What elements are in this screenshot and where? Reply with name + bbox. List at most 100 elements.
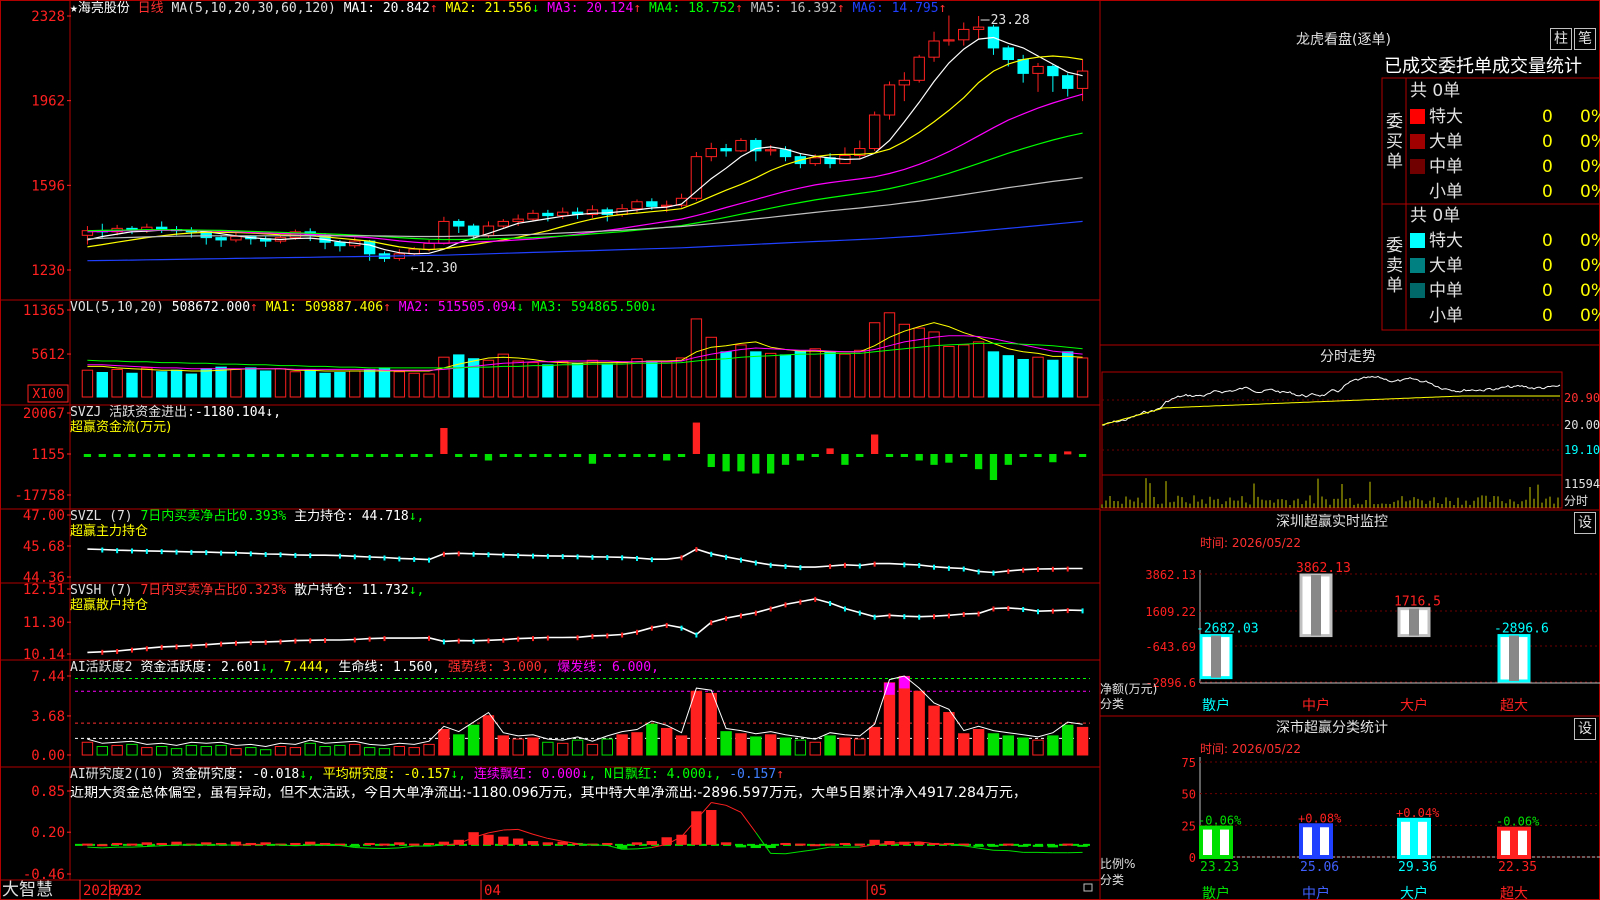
sz-class-y-tick: 50 [1182, 788, 1196, 802]
candle-body [497, 220, 510, 227]
sz-class-settings-button[interactable]: 设 [1574, 718, 1596, 740]
fund-flow-bar [663, 453, 671, 461]
research-bar [1017, 844, 1029, 847]
research-bar [379, 843, 390, 846]
fund-flow-bar [707, 453, 715, 468]
sz-class-bar-core [1510, 828, 1518, 857]
sz-monitor-category: 中户 [1302, 697, 1330, 714]
fund-flow-bar [469, 453, 478, 457]
volume-bar [586, 359, 599, 398]
buy-row-label: 小单 [1429, 182, 1463, 202]
color-swatch [1410, 283, 1425, 298]
fund-flow-bar [737, 453, 745, 472]
fund-flow-bar [128, 453, 136, 457]
lhb-tabs[interactable]: 已成交委托单成交量统计 [1384, 56, 1600, 78]
fund-flow-bar [870, 434, 879, 454]
research-avg-line [102, 846, 118, 849]
ai-cont-label: 连续飘红: [473, 767, 534, 782]
sz-class-category: 超大 [1500, 886, 1528, 900]
volume-bar [779, 354, 792, 398]
vol-ma-legend-arrow: ↓ [516, 300, 524, 315]
fund-flow-bar [395, 453, 403, 457]
research-avg-line [785, 851, 801, 855]
volume-bar [987, 351, 1000, 398]
fund-flow-bar [559, 453, 567, 457]
sz-class-bar-core [1410, 819, 1418, 857]
candle-body [913, 56, 925, 81]
research-bar [631, 842, 643, 845]
research-avg-line [636, 846, 652, 850]
volume-bar [616, 362, 628, 398]
sz-class-category: 散户 [1202, 885, 1230, 900]
volume-bar [349, 370, 361, 398]
svzj-y-tick-label: 20067 [23, 406, 65, 422]
research-avg-line [800, 849, 816, 853]
bar-mode-button[interactable]: 柱 [1550, 28, 1572, 50]
fund-flow-bar [336, 453, 344, 457]
vol-y-tick-label: 5612 [31, 347, 65, 363]
sz-monitor-time: 时间: 2026/05/22 [1200, 536, 1302, 550]
sz-monitor-value: -2682.03 [1196, 622, 1259, 637]
tick-mode-button[interactable]: 笔 [1574, 28, 1596, 50]
research-bar [810, 844, 821, 847]
intraday-title: 分时走势 [1320, 349, 1376, 365]
svsh-y-tick-label: 10.14 [23, 647, 65, 663]
fund-flow-bar [380, 453, 389, 457]
candle-body [1032, 65, 1044, 74]
activity-bar [185, 744, 198, 756]
research-avg-line [429, 844, 444, 847]
app-logo[interactable]: 大智慧 [2, 880, 53, 900]
sell-row-label: 小单 [1429, 306, 1463, 326]
buy-row-count: 0 [1542, 157, 1553, 177]
sz-monitor-axis-label: 净额(万元) [1100, 682, 1158, 696]
volume-bar [1002, 355, 1015, 398]
fund-flow-bar [767, 453, 775, 474]
research-bar [646, 841, 658, 845]
sz-monitor-settings-button[interactable]: 设 [1574, 512, 1596, 534]
fund-flow-bar [1004, 453, 1012, 465]
fund-flow-bar [143, 453, 151, 457]
sz-monitor-value: 1716.5 [1394, 595, 1441, 610]
fund-flow-bar [960, 453, 968, 457]
buy-side-label: 委买单 [1386, 112, 1403, 172]
vol-ma-legend-value: MA2: 515505.094 [390, 300, 517, 315]
fund-flow-bar [588, 453, 597, 464]
fund-flow-bar [826, 448, 834, 454]
ai-research-legend: AI研究度2(10) 资金研究度: -0.018↓, 平均研究度: -0.157… [70, 767, 784, 782]
candle-body [928, 40, 940, 58]
activity-bar [1032, 739, 1044, 756]
candle-body [453, 220, 465, 227]
research-bar [691, 811, 702, 845]
activity-bar [943, 712, 955, 756]
activity-bar [735, 733, 747, 756]
favorite-star-icon[interactable]: ★ [70, 1, 78, 16]
sz-monitor-bar-shade [1409, 608, 1419, 636]
candle-body [467, 225, 480, 236]
volume-bar [482, 359, 495, 398]
sell-row-pct: 0% [1580, 281, 1600, 301]
volume-bar [868, 322, 881, 398]
period-label[interactable]: 日线 [138, 1, 164, 16]
svzl-subtitle: 超赢主力持仓 [70, 524, 149, 539]
sz-class-y-tick: 75 [1182, 756, 1196, 770]
activity-bar [675, 735, 688, 756]
svzj-desc: 活跃资金进出: [109, 405, 195, 420]
fund-flow-bar [529, 453, 537, 457]
activity-bar [928, 705, 940, 756]
fund-flow-bar [692, 422, 701, 454]
chart-canvas[interactable]: 2328 1962 1596 1230 23.28 ←12.30 11365 5612 X100… [0, 0, 1600, 900]
ai-burst-value: 6.000, [611, 660, 659, 675]
x-axis-label: 03 [113, 883, 130, 899]
research-bar [602, 842, 613, 845]
research-bar [97, 844, 108, 847]
volume-bar [1047, 359, 1059, 398]
fund-flow-bar [83, 453, 92, 457]
volume-bar [631, 358, 643, 398]
activity-bar [809, 741, 821, 756]
volume-bar [393, 371, 406, 398]
activity-bar [779, 737, 792, 756]
volume-bar [794, 350, 807, 398]
sz-monitor-y-tick: 1609.22 [1145, 605, 1196, 619]
volume-bar [363, 368, 376, 398]
activity-bar [245, 747, 257, 756]
